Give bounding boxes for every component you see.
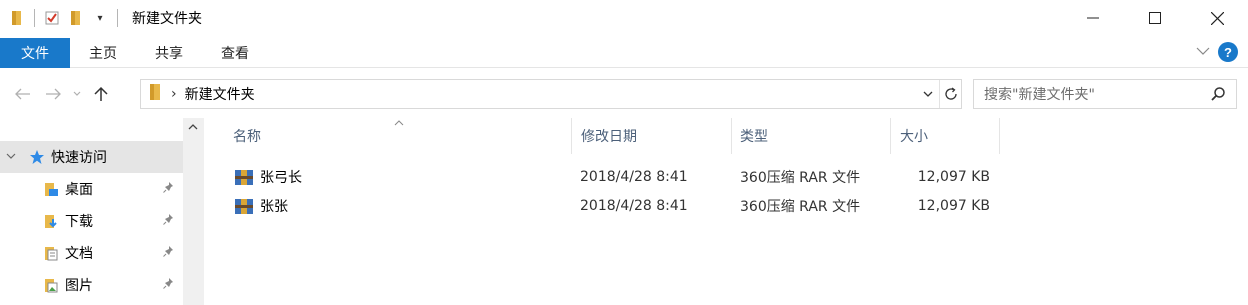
desktop-folder-icon xyxy=(42,180,60,198)
sidebar-item-documents[interactable]: 文档 xyxy=(0,237,183,269)
tab-share[interactable]: 共享 xyxy=(136,38,202,68)
tab-view[interactable]: 查看 xyxy=(202,38,268,68)
title-bar: ▾ 新建文件夹 xyxy=(0,0,1248,36)
file-type: 360压缩 RAR 文件 xyxy=(740,169,861,186)
navigation-bar: › 新建文件夹 搜索"新建文件夹" xyxy=(0,72,1248,116)
sidebar-item-label: 桌面 xyxy=(65,182,93,198)
navigation-pane: 快速访问 桌面 下载 文档 图片 xyxy=(0,118,204,305)
window-title: 新建文件夹 xyxy=(132,11,202,27)
new-folder-icon[interactable] xyxy=(67,9,85,27)
back-button[interactable] xyxy=(8,79,38,109)
rar-archive-icon xyxy=(234,168,254,186)
search-placeholder: 搜索"新建文件夹" xyxy=(984,87,1095,103)
minimize-button[interactable] xyxy=(1062,0,1124,36)
pin-icon xyxy=(163,245,175,260)
sidebar-item-pictures[interactable]: 图片 xyxy=(0,269,183,301)
up-button[interactable] xyxy=(86,79,116,109)
toolbar-divider xyxy=(117,9,118,27)
file-row[interactable]: 张张 2018/4/28 8:41 360压缩 RAR 文件 12,097 KB xyxy=(226,191,1006,220)
pin-icon xyxy=(163,181,175,196)
column-divider[interactable] xyxy=(890,118,891,154)
column-header-name[interactable]: 名称 xyxy=(225,118,579,154)
column-divider[interactable] xyxy=(571,118,572,154)
file-modified: 2018/4/28 8:41 xyxy=(580,197,688,214)
pin-icon xyxy=(163,277,175,292)
address-bar[interactable]: › 新建文件夹 xyxy=(140,79,962,109)
quick-access-item[interactable]: 快速访问 xyxy=(0,141,183,173)
file-size: 12,097 KB xyxy=(917,168,990,185)
search-icon[interactable] xyxy=(1210,86,1226,106)
column-header-size[interactable]: 大小 xyxy=(892,118,1000,154)
file-name: 张张 xyxy=(260,198,288,215)
file-row[interactable]: 张弓长 2018/4/28 8:41 360压缩 RAR 文件 12,097 K… xyxy=(226,162,1006,191)
close-button[interactable] xyxy=(1186,0,1248,36)
recent-locations-dropdown[interactable] xyxy=(68,79,86,109)
expand-ribbon-icon[interactable] xyxy=(1196,44,1210,60)
tab-file[interactable]: 文件 xyxy=(0,37,70,68)
sidebar-item-downloads[interactable]: 下载 xyxy=(0,205,183,237)
help-button[interactable]: ? xyxy=(1218,42,1238,62)
file-size: 12,097 KB xyxy=(917,197,990,214)
forward-button[interactable] xyxy=(38,79,68,109)
column-header-type[interactable]: 类型 xyxy=(732,118,890,154)
breadcrumb-chevron-icon[interactable]: › xyxy=(171,86,177,102)
pin-icon xyxy=(163,213,175,228)
sidebar-item-label: 图片 xyxy=(65,278,93,294)
pictures-folder-icon xyxy=(42,276,60,294)
address-dropdown-icon[interactable] xyxy=(917,80,939,108)
scroll-up-icon[interactable] xyxy=(188,122,198,133)
folder-icon xyxy=(149,83,161,105)
file-name-cell[interactable]: 张弓长 xyxy=(234,162,302,191)
sidebar-item-label: 下载 xyxy=(65,214,93,230)
collapse-chevron-icon[interactable] xyxy=(6,152,20,163)
rar-archive-icon xyxy=(234,197,254,215)
file-list: 名称 修改日期 类型 大小 张弓长 2018/4/28 8:41 360压缩 R… xyxy=(204,118,1248,305)
customize-toolbar-dropdown-icon[interactable]: ▾ xyxy=(91,9,109,27)
file-name: 张弓长 xyxy=(260,169,302,186)
maximize-button[interactable] xyxy=(1124,0,1186,36)
downloads-folder-icon xyxy=(42,212,60,230)
navigation-scrollbar[interactable] xyxy=(183,118,204,305)
star-icon xyxy=(28,148,46,166)
file-name-cell[interactable]: 张张 xyxy=(234,191,288,220)
file-modified: 2018/4/28 8:41 xyxy=(580,168,688,185)
quick-access-label: 快速访问 xyxy=(51,150,107,166)
documents-folder-icon xyxy=(42,244,60,262)
search-input[interactable]: 搜索"新建文件夹" xyxy=(973,79,1237,109)
ribbon-tabs: 文件 主页 共享 查看 ? xyxy=(0,37,1248,68)
column-divider[interactable] xyxy=(999,118,1000,154)
folder-icon xyxy=(8,9,26,27)
refresh-icon[interactable] xyxy=(939,80,961,108)
toolbar-divider xyxy=(34,9,35,27)
column-header-modified[interactable]: 修改日期 xyxy=(573,118,731,154)
file-type: 360压缩 RAR 文件 xyxy=(740,198,861,215)
tab-home[interactable]: 主页 xyxy=(70,38,136,68)
breadcrumb-current[interactable]: 新建文件夹 xyxy=(185,84,255,104)
sidebar-item-desktop[interactable]: 桌面 xyxy=(0,173,183,205)
properties-icon[interactable] xyxy=(43,9,61,27)
quick-access-toolbar: ▾ 新建文件夹 xyxy=(0,0,202,36)
sidebar-item-label: 文档 xyxy=(65,246,93,262)
